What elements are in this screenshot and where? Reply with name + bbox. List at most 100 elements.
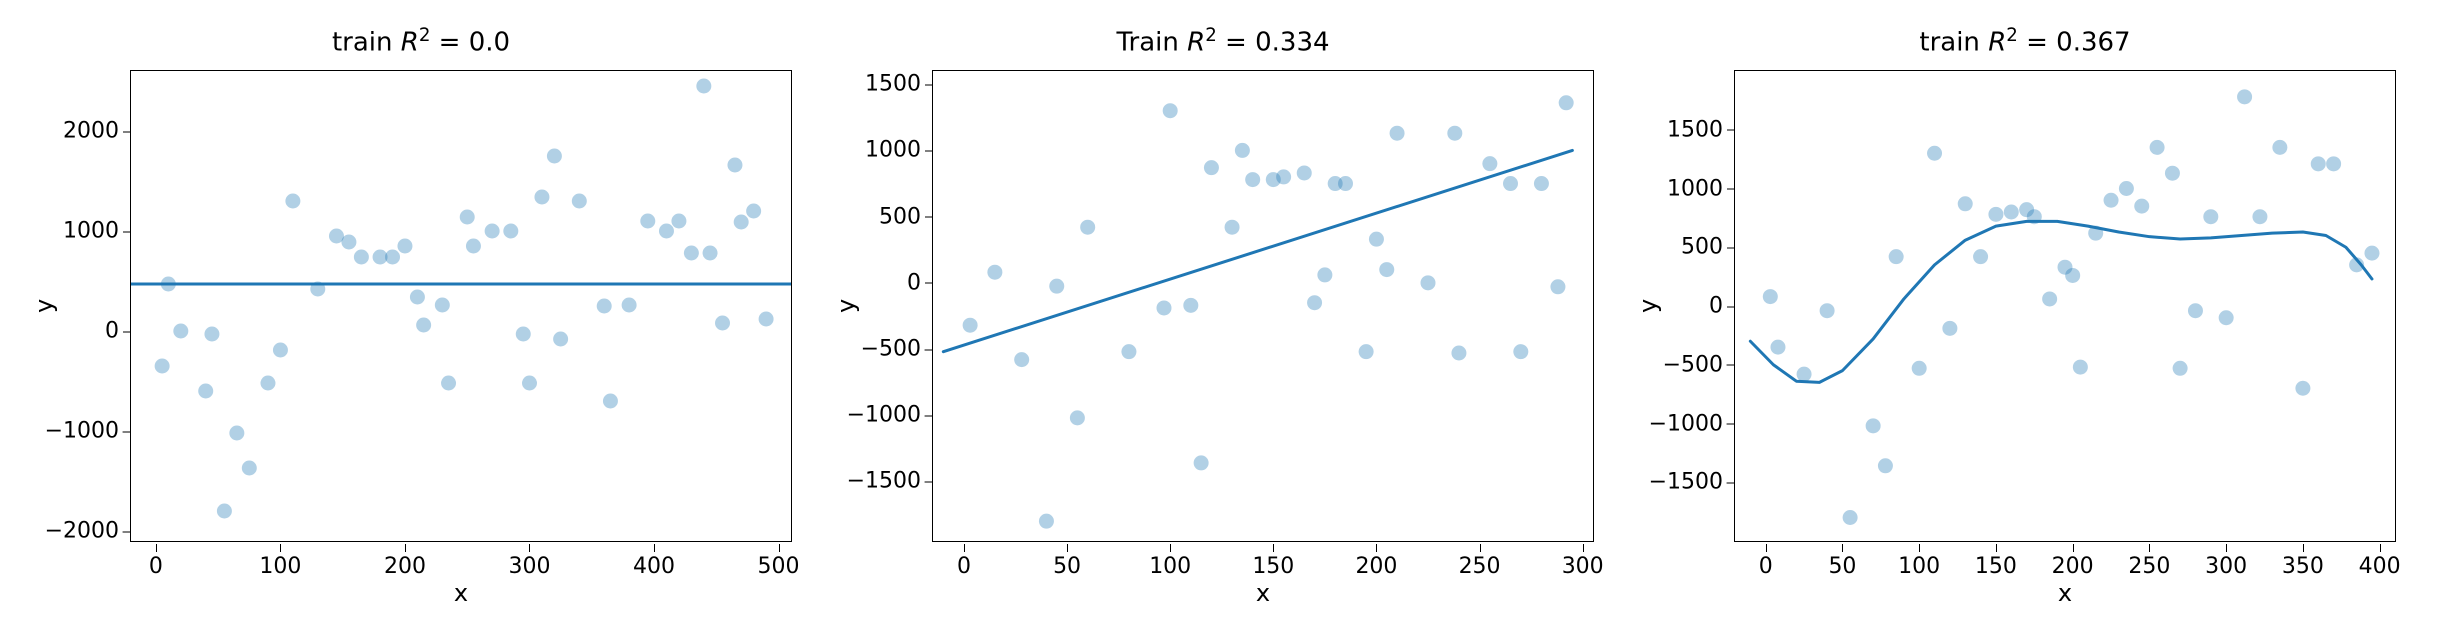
- y-tick: −500: [861, 337, 921, 362]
- scatter-point: [2073, 360, 2088, 375]
- scatter-point: [1447, 126, 1462, 141]
- scatter-point: [341, 235, 356, 250]
- y-tick: 500: [879, 204, 921, 229]
- tick-mark: [1067, 544, 1068, 552]
- scatter-point: [1973, 249, 1988, 264]
- tick-mark: [280, 544, 281, 552]
- tick-mark: [654, 544, 655, 552]
- x-tick-label: 300: [1562, 554, 1604, 579]
- scatter-point: [2119, 181, 2134, 196]
- scatter-point: [640, 214, 655, 229]
- scatter-point: [1534, 176, 1549, 191]
- x-tick: 300: [1562, 554, 1604, 579]
- scatter-point: [1235, 143, 1250, 158]
- y-tick-label: 1500: [865, 72, 921, 97]
- scatter-point: [260, 376, 275, 391]
- scatter-point: [2311, 156, 2326, 171]
- tick-mark: [779, 544, 780, 552]
- plot-svg: [933, 71, 1593, 541]
- scatter-point: [1297, 165, 1312, 180]
- scatter-point: [1121, 344, 1136, 359]
- x-tick: 300: [508, 554, 550, 579]
- scatter-point: [622, 298, 637, 313]
- tick-mark: [1727, 365, 1735, 366]
- x-tick: 100: [1149, 554, 1191, 579]
- scatter-point: [516, 327, 531, 342]
- plot-svg: [131, 71, 791, 541]
- scatter-point: [1503, 176, 1518, 191]
- scatter-point: [534, 190, 549, 205]
- y-tick: −1500: [847, 469, 921, 494]
- scatter-point: [1225, 220, 1240, 235]
- tick-mark: [1727, 130, 1735, 131]
- scatter-point: [1390, 126, 1405, 141]
- scatter-point: [1482, 156, 1497, 171]
- x-tick-label: 150: [1975, 554, 2017, 579]
- scatter-point: [198, 384, 213, 399]
- y-tick: −1500: [1649, 470, 1723, 495]
- x-tick: 150: [1975, 554, 2017, 579]
- scatter-point: [2219, 310, 2234, 325]
- scatter-point: [522, 376, 537, 391]
- tick-mark: [1727, 482, 1735, 483]
- tick-mark: [2073, 544, 2074, 552]
- scatter-point: [1797, 367, 1812, 382]
- x-tick-label: 500: [758, 554, 800, 579]
- title-var: R: [401, 28, 419, 58]
- x-tick: 200: [384, 554, 426, 579]
- tick-mark: [964, 544, 965, 552]
- scatter-point: [1770, 340, 1785, 355]
- scatter-point: [1080, 220, 1095, 235]
- tick-mark: [925, 84, 933, 85]
- chart-title: Train R2 = 0.334: [822, 25, 1624, 58]
- y-tick: −1000: [847, 403, 921, 428]
- tick-mark: [123, 231, 131, 232]
- y-tick: −1000: [45, 419, 119, 444]
- scatter-point: [285, 194, 300, 209]
- scatter-point: [2295, 381, 2310, 396]
- title-sup: 2: [2006, 25, 2018, 46]
- tick-mark: [1727, 424, 1735, 425]
- tick-mark: [1766, 544, 1767, 552]
- y-tick: 1000: [865, 138, 921, 163]
- y-tick: 0: [907, 270, 921, 295]
- tick-mark: [123, 131, 131, 132]
- scatter-point: [553, 332, 568, 347]
- scatter-point: [410, 290, 425, 305]
- tick-mark: [2380, 544, 2381, 552]
- y-tick: 0: [1709, 294, 1723, 319]
- scatter-point: [1369, 232, 1384, 247]
- scatter-point: [1245, 172, 1260, 187]
- tick-mark: [2226, 544, 2227, 552]
- plot-svg: [1735, 71, 2395, 541]
- scatter-point: [1049, 279, 1064, 294]
- tick-mark: [925, 217, 933, 218]
- x-tick-label: 0: [1759, 554, 1773, 579]
- scatter-point: [354, 250, 369, 265]
- scatter-point: [1988, 207, 2003, 222]
- scatter-point: [1359, 344, 1374, 359]
- tick-mark: [2149, 544, 2150, 552]
- plot-area: 050100150200250300−1500−1000−50005001000…: [932, 70, 1594, 542]
- x-axis-label: x: [1734, 579, 2396, 607]
- scatter-point: [2104, 193, 2119, 208]
- fit-line: [1750, 221, 2372, 382]
- y-tick-label: −1500: [1649, 470, 1723, 495]
- x-tick-label: 200: [384, 554, 426, 579]
- x-tick-label: 0: [149, 554, 163, 579]
- title-prefix: train: [332, 28, 401, 58]
- tick-mark: [925, 415, 933, 416]
- scatter-point: [1039, 514, 1054, 529]
- tick-mark: [1996, 544, 1997, 552]
- tick-mark: [123, 331, 131, 332]
- scatter-point: [485, 224, 500, 239]
- y-tick-label: −1500: [847, 469, 921, 494]
- y-tick: 2000: [63, 119, 119, 144]
- chart-panel-2: train R2 = 0.367 y 050100150200250300350…: [1624, 10, 2426, 632]
- x-tick: 200: [2052, 554, 2094, 579]
- scatter-point: [1550, 279, 1565, 294]
- y-tick-label: 1000: [1667, 176, 1723, 201]
- scatter-point: [173, 324, 188, 339]
- tick-mark: [156, 544, 157, 552]
- scatter-point: [572, 194, 587, 209]
